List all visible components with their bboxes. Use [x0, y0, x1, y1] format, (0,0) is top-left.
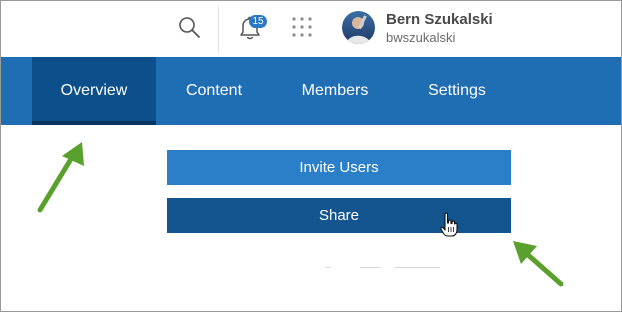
tab-label: Content — [185, 82, 243, 99]
top-header: 15 Bern Szukalski bwszukalski — [0, 0, 622, 57]
user-display-name[interactable]: Bern Szukalski — [386, 11, 493, 28]
header-divider — [218, 6, 219, 52]
tab-members[interactable]: Members — [285, 57, 385, 125]
search-icon[interactable] — [176, 14, 204, 42]
annotation-arrow-icon — [509, 238, 567, 290]
apps-grid-icon[interactable] — [291, 16, 313, 38]
artifact-line — [395, 267, 440, 268]
tab-label: Settings — [428, 82, 486, 99]
tab-overview[interactable]: Overview — [32, 57, 156, 125]
share-button[interactable]: Share — [167, 198, 511, 233]
artifact-line — [360, 267, 380, 268]
artifact-line — [325, 267, 331, 268]
hand-cursor-icon — [440, 212, 458, 238]
tab-settings[interactable]: Settings — [409, 57, 505, 125]
annotation-arrow-icon — [34, 140, 90, 216]
invite-users-button[interactable]: Invite Users — [167, 150, 511, 185]
tab-label: Overview — [60, 82, 128, 99]
tab-label: Members — [301, 82, 369, 99]
user-username: bwszukalski — [386, 30, 456, 45]
nav-bar: Overview Content Members Settings — [1, 57, 621, 125]
notification-badge: 15 — [249, 15, 267, 28]
avatar[interactable] — [342, 11, 375, 44]
tab-content[interactable]: Content — [168, 57, 260, 125]
